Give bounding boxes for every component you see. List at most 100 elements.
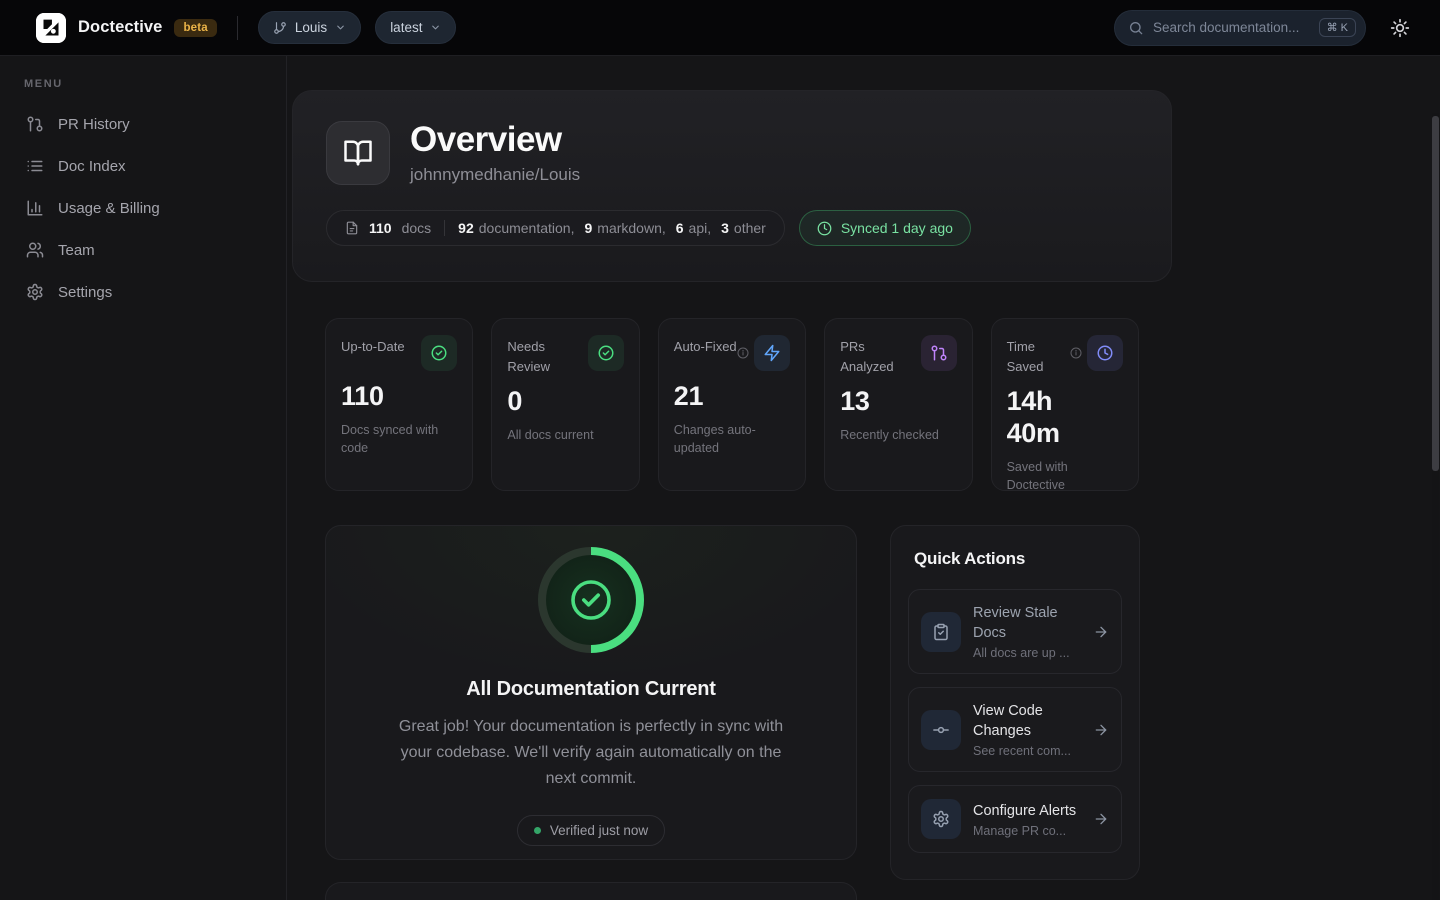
label-other: other xyxy=(734,220,766,236)
version-selector[interactable]: latest xyxy=(375,11,456,44)
brand-group: Doctective beta xyxy=(36,13,217,43)
topbar-divider xyxy=(237,16,238,40)
stat-caption: Saved with Doctective xyxy=(1007,458,1107,494)
info-icon[interactable] xyxy=(737,347,749,359)
docs-summary-pill: 110 docs 92 documentation, 9 markdown, 6 ap… xyxy=(326,210,785,246)
beta-badge: beta xyxy=(174,19,216,37)
stat-value: 14h 40m xyxy=(1007,386,1103,450)
stat-label: Needs Review xyxy=(507,335,579,376)
action-view-code-changes[interactable]: View Code Changes See recent com... xyxy=(908,687,1122,772)
stat-caption: All docs current xyxy=(507,426,607,444)
brand-name: Doctective xyxy=(78,18,162,37)
sidebar-item-label: Usage & Billing xyxy=(58,200,160,217)
stat-card-needs-review: Needs Review 0 All docs current xyxy=(491,318,639,491)
search-placeholder: Search documentation... xyxy=(1153,20,1310,35)
git-pull-request-icon xyxy=(921,335,957,371)
action-subtitle: See recent com... xyxy=(973,744,1077,758)
menu-section-label: MENU xyxy=(24,78,262,90)
action-review-stale-docs[interactable]: Review Stale Docs All docs are up ... xyxy=(908,589,1122,674)
verified-badge: Verified just now xyxy=(517,815,665,846)
sidebar: MENU PR History Doc Index Usage & Billin… xyxy=(0,56,287,900)
bar-chart-icon xyxy=(26,199,44,217)
stat-label: PRs Analyzed xyxy=(840,335,912,376)
synced-status-label: Synced 1 day ago xyxy=(841,220,953,236)
count-documentation: 92 xyxy=(458,220,474,236)
check-circle-icon xyxy=(588,335,624,371)
action-title: View Code Changes xyxy=(973,701,1081,741)
stat-caption: Recently checked xyxy=(840,426,940,444)
doctective-logo-icon[interactable] xyxy=(36,13,66,43)
info-icon[interactable] xyxy=(1070,347,1082,359)
stat-value: 0 xyxy=(507,386,603,418)
check-circle-icon xyxy=(567,576,615,624)
sidebar-item-settings[interactable]: Settings xyxy=(24,274,262,310)
sidebar-item-usage-billing[interactable]: Usage & Billing xyxy=(24,190,262,226)
docs-total: 110 xyxy=(369,220,392,236)
sidebar-item-label: Team xyxy=(58,242,95,259)
sidebar-item-doc-index[interactable]: Doc Index xyxy=(24,148,262,184)
git-pull-request-icon xyxy=(26,115,44,133)
label-documentation: documentation, xyxy=(479,220,575,236)
arrow-right-icon xyxy=(1093,624,1109,640)
git-branch-icon xyxy=(273,21,287,35)
list-icon xyxy=(26,157,44,175)
stat-card-up-to-date: Up-to-Date 110 Docs synced with code xyxy=(325,318,473,491)
gear-icon xyxy=(921,799,961,839)
action-subtitle: All docs are up ... xyxy=(973,646,1077,660)
label-markdown: markdown, xyxy=(597,220,665,236)
chevron-down-icon xyxy=(335,22,346,33)
action-title: Configure Alerts xyxy=(973,801,1076,821)
arrow-right-icon xyxy=(1093,811,1109,827)
action-configure-alerts[interactable]: Configure Alerts Manage PR co... xyxy=(908,785,1122,853)
stat-card-auto-fixed: Auto-Fixed 21 Changes auto-updated xyxy=(658,318,806,491)
stat-value: 110 xyxy=(341,381,437,413)
count-other: 3 xyxy=(721,220,729,236)
sun-icon xyxy=(1390,18,1410,38)
clipboard-check-icon xyxy=(921,612,961,652)
check-circle-icon xyxy=(421,335,457,371)
file-icon xyxy=(345,221,359,235)
synced-status-button[interactable]: Synced 1 day ago xyxy=(799,210,971,246)
main-content: Overview johnnymedhanie/Louis 110 docs 9… xyxy=(287,56,1440,900)
stat-card-prs-analyzed: PRs Analyzed 13 Recently checked xyxy=(824,318,972,491)
clock-icon xyxy=(817,221,832,236)
sidebar-item-team[interactable]: Team xyxy=(24,232,262,268)
book-open-icon xyxy=(326,121,390,185)
label-api: api, xyxy=(689,220,712,236)
overview-header-card: Overview johnnymedhanie/Louis 110 docs 9… xyxy=(292,90,1172,282)
stat-value: 13 xyxy=(840,386,936,418)
status-dot xyxy=(534,827,541,834)
progress-ring xyxy=(538,547,644,653)
scrollbar-thumb[interactable] xyxy=(1432,116,1439,471)
stat-caption: Docs synced with code xyxy=(341,421,441,457)
stat-value: 21 xyxy=(674,381,770,413)
repo-selector[interactable]: Louis xyxy=(258,11,361,44)
quick-actions-title: Quick Actions xyxy=(914,549,1122,569)
action-subtitle: Manage PR co... xyxy=(973,824,1076,838)
count-markdown: 9 xyxy=(584,220,592,236)
search-input[interactable]: Search documentation... ⌘ K xyxy=(1114,10,1366,46)
search-shortcut-kbd: ⌘ K xyxy=(1319,18,1356,37)
clock-icon xyxy=(1087,335,1123,371)
arrow-right-icon xyxy=(1093,722,1109,738)
status-title: All Documentation Current xyxy=(466,678,715,701)
stat-label: Auto-Fixed xyxy=(674,335,737,357)
count-api: 6 xyxy=(676,220,684,236)
docs-total-label: docs xyxy=(402,220,432,236)
sidebar-item-label: Doc Index xyxy=(58,158,126,175)
stats-row: Up-to-Date 110 Docs synced with code Nee… xyxy=(325,318,1139,491)
sidebar-item-pr-history[interactable]: PR History xyxy=(24,106,262,142)
verified-badge-label: Verified just now xyxy=(550,823,648,838)
divider xyxy=(444,220,445,236)
documentation-status-card: All Documentation Current Great job! You… xyxy=(325,525,857,860)
stat-label: Up-to-Date xyxy=(341,335,405,357)
zap-icon xyxy=(754,335,790,371)
topbar: Doctective beta Louis latest Search docu… xyxy=(0,0,1440,56)
repo-path: johnnymedhanie/Louis xyxy=(410,165,580,185)
users-icon xyxy=(26,241,44,259)
quick-actions-panel: Quick Actions Review Stale Docs All docs… xyxy=(890,525,1140,880)
version-selector-label: latest xyxy=(390,20,422,35)
theme-toggle-button[interactable] xyxy=(1386,14,1414,42)
stat-card-time-saved: Time Saved 14h 40m Saved with Doctective xyxy=(991,318,1139,491)
sidebar-item-label: PR History xyxy=(58,116,130,133)
